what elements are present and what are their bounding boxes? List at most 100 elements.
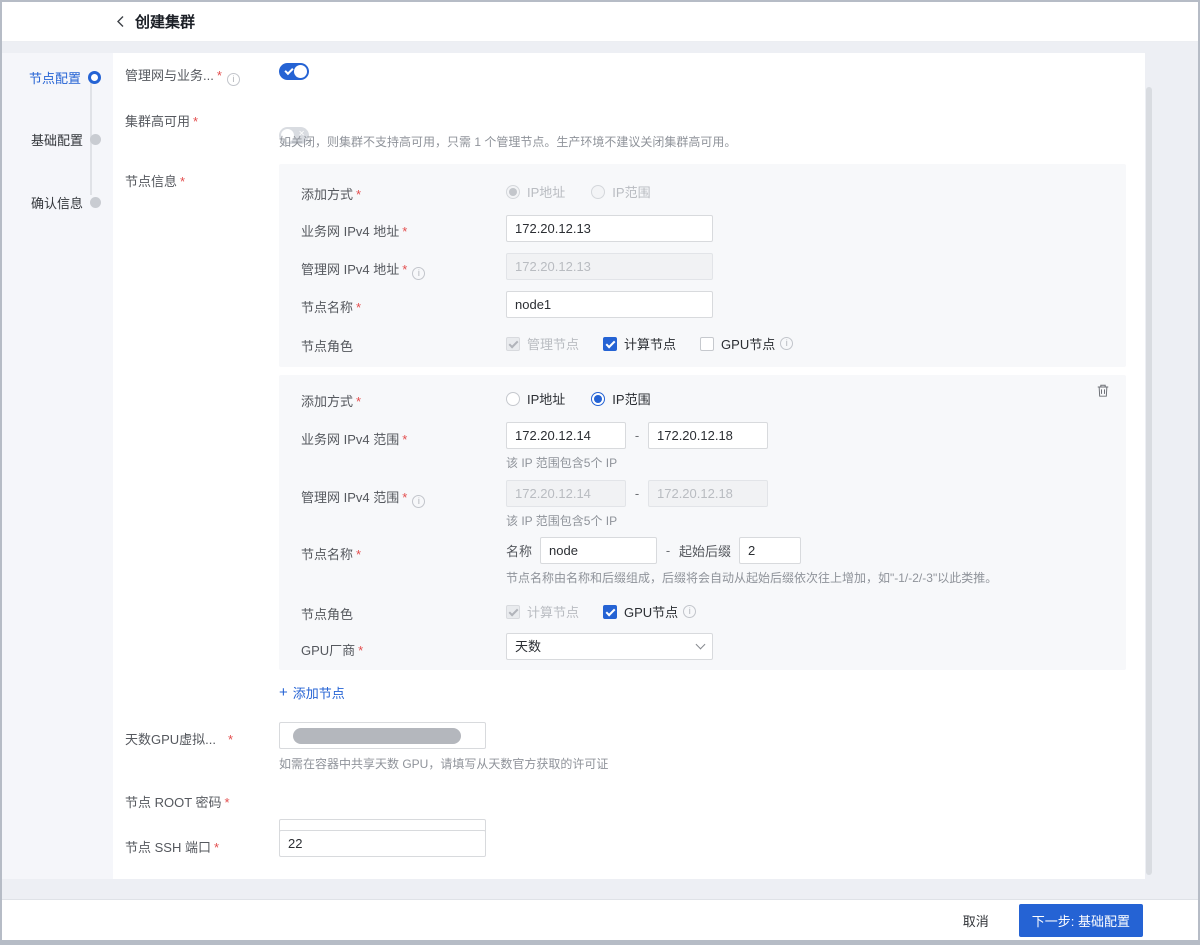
business-ip-label: 业务网 IPv4 地址 [301, 224, 399, 239]
step-basic-config[interactable]: 基础配置 [31, 130, 101, 149]
info-icon[interactable]: i [412, 495, 425, 508]
create-cluster-page: 创建集群 节点配置 基础配置 确认信息 管理网与业务...*i 集群高可用* 如… [0, 0, 1200, 945]
checkbox-label: 计算节点 [527, 602, 579, 621]
back-button[interactable] [115, 15, 126, 28]
add-mode-label: 添加方式 [301, 394, 353, 409]
trash-icon [1096, 383, 1110, 398]
info-icon[interactable]: i [412, 267, 425, 280]
license-hint: 如需在容器中共享天数 GPU，请填写从天数官方获取的许可证 [279, 755, 608, 772]
node-roles-label: 节点角色 [301, 607, 353, 622]
range-separator: - [626, 428, 648, 443]
step-active-circle-icon [88, 71, 101, 84]
checkbox-icon [506, 605, 520, 619]
chevron-down-icon [696, 640, 706, 650]
role-checkbox-compute: 计算节点 [506, 602, 579, 621]
radio-label: IP范围 [612, 182, 650, 201]
required-asterisk: * [402, 490, 407, 505]
radio-ip-address[interactable]: IP地址 [506, 389, 565, 408]
add-node-button[interactable]: + 添加节点 [279, 683, 345, 702]
delete-node-button[interactable] [1096, 383, 1110, 403]
radio-label: IP范围 [612, 389, 650, 408]
mgmt-business-toggle[interactable] [279, 63, 309, 80]
node-roles-label: 节点角色 [301, 339, 353, 354]
license-label: 天数GPU虚拟... [125, 732, 216, 747]
node-name-input[interactable] [506, 291, 713, 318]
info-icon[interactable]: i [780, 337, 793, 350]
next-step-button[interactable]: 下一步: 基础配置 [1019, 904, 1143, 937]
page-title: 创建集群 [135, 11, 195, 32]
radio-ip-range: IP范围 [591, 182, 650, 201]
radio-ip-address: IP地址 [506, 182, 565, 201]
required-asterisk: * [228, 732, 233, 747]
required-asterisk: * [356, 547, 361, 562]
step-node-config[interactable]: 节点配置 [29, 68, 101, 87]
checkbox-icon [603, 337, 617, 351]
add-mode-label: 添加方式 [301, 187, 353, 202]
required-asterisk: * [356, 187, 361, 202]
business-range-start-input[interactable] [506, 422, 626, 449]
required-asterisk: * [358, 643, 363, 658]
vertical-scrollbar[interactable] [1146, 87, 1152, 875]
required-asterisk: * [402, 224, 407, 239]
required-asterisk: * [402, 432, 407, 447]
radio-label: IP地址 [527, 182, 565, 201]
checkbox-icon [603, 605, 617, 619]
role-checkbox-compute[interactable]: 计算节点 [603, 334, 676, 353]
required-asterisk: * [356, 394, 361, 409]
name-field-label: 名称 [506, 541, 532, 560]
license-input[interactable] [279, 722, 486, 749]
back-chevron-icon [115, 15, 126, 28]
mgmt-range-label: 管理网 IPv4 范围 [301, 490, 399, 505]
page-header: 创建集群 [2, 2, 1198, 42]
gpu-vendor-label: GPU厂商 [301, 643, 355, 658]
role-checkbox-gpu[interactable]: GPU节点 i [603, 602, 696, 621]
required-asterisk: * [402, 262, 407, 277]
checkbox-label: GPU节点 [624, 602, 678, 621]
node-base-name-input[interactable] [540, 537, 657, 564]
info-icon[interactable]: i [683, 605, 696, 618]
step-confirm-info[interactable]: 确认信息 [31, 193, 101, 212]
checkbox-label: GPU节点 [721, 334, 775, 353]
gpu-vendor-value: 天数 [515, 634, 541, 659]
footer-bar: 取消 下一步: 基础配置 [2, 899, 1198, 940]
node-card-1: 添加方式* IP地址 IP范围 业务网 IPv4 地址* 管理网 IPv4 地址… [279, 164, 1126, 367]
node-name-label: 节点名称 [301, 547, 353, 562]
node-info-label: 节点信息 [125, 174, 177, 189]
radio-label: IP地址 [527, 389, 565, 408]
root-password-label: 节点 ROOT 密码 [125, 795, 222, 810]
radio-dot-icon [591, 185, 605, 199]
license-masked-value [293, 728, 461, 744]
radio-dot-icon [506, 392, 520, 406]
step-label: 节点配置 [29, 68, 81, 87]
mgmt-ip-input [506, 253, 713, 280]
business-ip-input[interactable] [506, 215, 713, 242]
required-asterisk: * [214, 840, 219, 855]
ha-hint: 如关闭，则集群不支持高可用，只需 1 个管理节点。生产环境不建议关闭集群高可用。 [279, 133, 736, 150]
mgmt-range-end-input [648, 480, 768, 507]
role-checkbox-gpu[interactable]: GPU节点 i [700, 334, 793, 353]
ssh-port-label: 节点 SSH 端口 [125, 840, 211, 855]
role-checkbox-mgmt: 管理节点 [506, 334, 579, 353]
range-separator: - [626, 486, 648, 501]
business-range-end-input[interactable] [648, 422, 768, 449]
add-node-label: 添加节点 [293, 683, 345, 702]
checkbox-label: 管理节点 [527, 334, 579, 353]
step-pending-dot-icon [90, 197, 101, 208]
checkbox-label: 计算节点 [624, 334, 676, 353]
radio-ip-range[interactable]: IP范围 [591, 389, 650, 408]
ssh-port-input[interactable] [279, 830, 486, 857]
plus-icon: + [279, 684, 288, 701]
required-asterisk: * [225, 795, 230, 810]
gpu-vendor-select[interactable]: 天数 [506, 633, 713, 660]
ha-label: 集群高可用 [125, 114, 190, 129]
business-range-label: 业务网 IPv4 范围 [301, 432, 399, 447]
step-label: 基础配置 [31, 130, 83, 149]
radio-dot-icon [591, 392, 605, 406]
cancel-button[interactable]: 取消 [963, 911, 989, 930]
mgmt-range-hint: 该 IP 范围包含5个 IP [506, 512, 617, 529]
info-icon[interactable]: i [227, 73, 240, 86]
checkbox-icon [700, 337, 714, 351]
start-suffix-input[interactable] [739, 537, 801, 564]
mgmt-ip-label: 管理网 IPv4 地址 [301, 262, 399, 277]
checkbox-icon [506, 337, 520, 351]
